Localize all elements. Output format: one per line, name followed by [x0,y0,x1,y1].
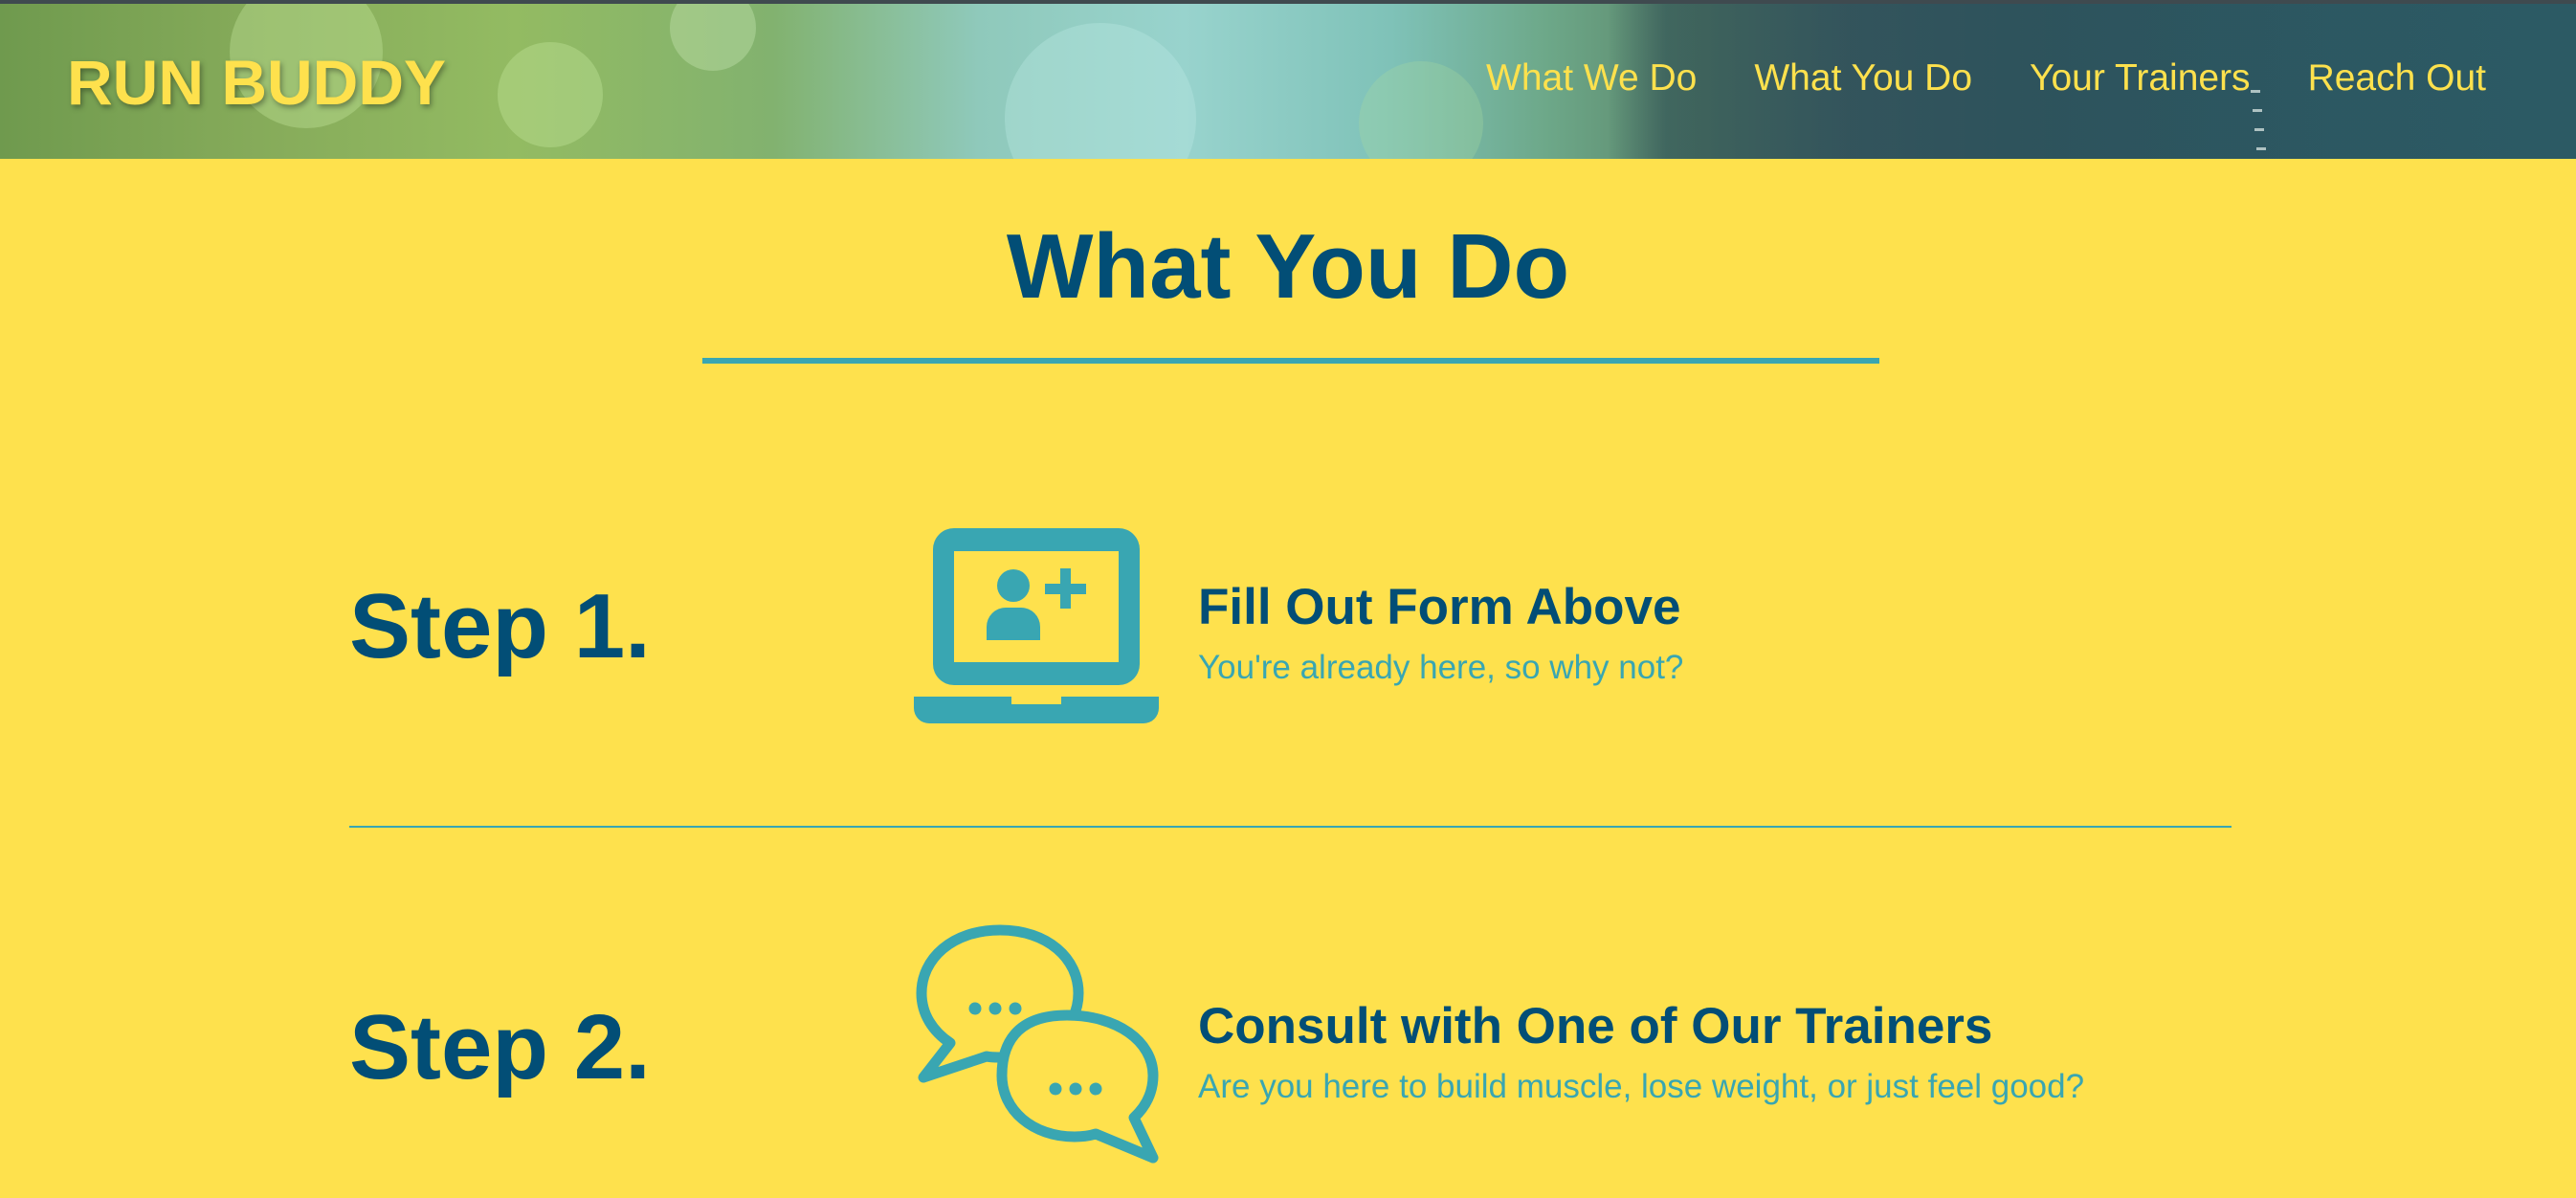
header-background-bokeh [1359,61,1483,159]
nav-link-what-you-do[interactable]: What You Do [1754,57,1972,100]
site-logo[interactable]: RUN BUDDY [67,46,446,119]
step-divider [349,826,2232,828]
header-background-bokeh [1005,23,1196,159]
step-label: Step 2. [349,996,651,1098]
section-title: What You Do [1006,215,1570,318]
nav-link-reach-out[interactable]: Reach Out [2308,57,2486,100]
step-label: Step 1. [349,575,651,677]
site-header: RUN BUDDY What We Do What You Do Your Tr… [0,0,2576,159]
header-background-bokeh [670,4,756,71]
chat-bubbles-icon [916,924,1159,1164]
step-description: Are you here to build muscle, lose weigh… [1198,1068,2085,1105]
nav-link-what-we-do[interactable]: What We Do [1486,57,1697,100]
section-title-underline [702,358,1879,364]
laptop-add-user-icon [914,528,1159,723]
step-heading: Fill Out Form Above [1198,579,1681,635]
header-background-stripe [2254,128,2264,131]
step-heading: Consult with One of Our Trainers [1198,998,1993,1054]
header-background-bokeh [498,42,603,147]
nav-link-your-trainers[interactable]: Your Trainers [2030,57,2251,100]
main-nav: What We Do What You Do Your Trainers Rea… [1486,57,2486,100]
header-background-stripe [2256,147,2266,150]
step-description: You're already here, so why not? [1198,649,1684,686]
header-background-stripe [2253,109,2262,112]
